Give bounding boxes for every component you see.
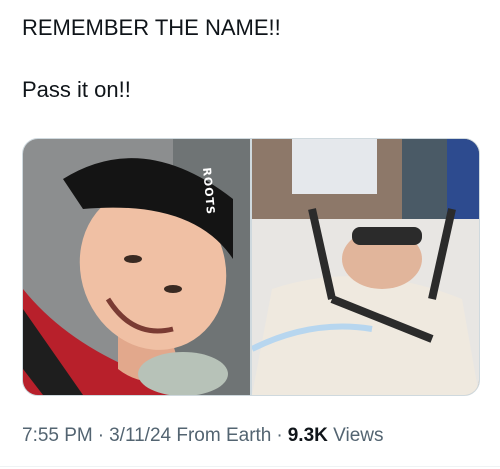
views-label: Views — [333, 425, 384, 446]
photo-left-drawing — [23, 139, 250, 395]
meta-separator-2: · — [276, 425, 283, 446]
photo-right[interactable] — [252, 139, 479, 395]
tweet: REMEMBER THE NAME!! Pass it on!! ROOTS 7… — [0, 0, 500, 469]
tweet-text-spacer — [22, 44, 482, 74]
tweet-text-line-2: Pass it on!! — [22, 77, 131, 102]
views-count[interactable]: 9.3K — [288, 425, 328, 446]
meta-separator: · — [97, 425, 105, 446]
tweet-text-line-1: REMEMBER THE NAME!! — [22, 15, 281, 40]
photo-left[interactable]: ROOTS — [23, 139, 250, 395]
tweet-source: From Earth — [176, 425, 272, 446]
tweet-time[interactable]: 7:55 PM — [22, 425, 93, 446]
tweet-text: REMEMBER THE NAME!! Pass it on!! — [22, 10, 482, 106]
tweet-meta: 7:55 PM · 3/11/24 From Earth · 9.3K Views — [22, 424, 383, 448]
divider — [0, 466, 500, 467]
tweet-date[interactable]: 3/11/24 — [109, 425, 171, 446]
media-grid: ROOTS — [22, 138, 480, 396]
photo-right-drawing — [252, 139, 479, 395]
